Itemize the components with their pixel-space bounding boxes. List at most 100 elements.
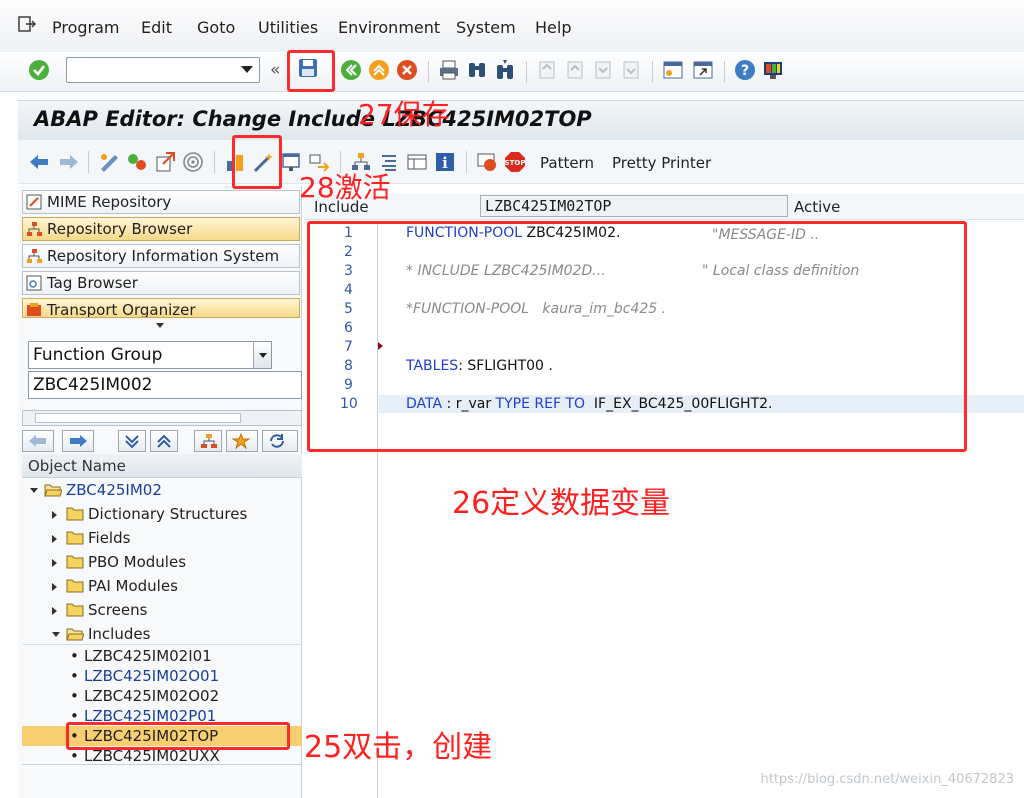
object-type-value: Function Group [33,345,163,365]
tree-folder-fields[interactable]: Fields [22,526,302,550]
exit-icon[interactable] [18,16,36,32]
chevron-right-icon[interactable] [52,607,57,615]
tree-folder-includes[interactable]: Includes [22,622,302,646]
first-page-icon[interactable] [536,59,558,81]
back-icon[interactable] [340,59,362,81]
activate-highlight-box [232,135,282,189]
display-change-icon[interactable] [98,151,120,173]
find-icon[interactable] [466,59,488,81]
find-next-icon[interactable] [494,59,516,81]
refresh-button[interactable] [262,430,298,452]
open-folder-icon [66,628,84,641]
favorites-button[interactable] [226,430,258,452]
chevron-right-icon[interactable] [52,583,57,591]
new-session-icon[interactable] [662,59,684,81]
previous-page-icon[interactable] [564,59,586,81]
object-navigator: MIME Repository Repository Browser Repos… [18,186,302,798]
pattern-button[interactable]: Pattern [540,154,594,172]
cancel-icon[interactable] [396,59,418,81]
annotation-create: 25双击，创建 [304,730,493,765]
object-name-column-header[interactable]: Object Name [22,454,302,478]
tree-expand-button[interactable] [118,430,146,452]
mime-repository-button[interactable]: MIME Repository [22,190,300,214]
collapse-arrows-icon[interactable]: « [270,60,280,80]
screen-layout-icon[interactable] [406,151,428,173]
exit-up-icon[interactable] [368,59,390,81]
arrow-left-icon[interactable] [28,151,50,173]
arrow-right-icon[interactable] [58,151,80,173]
splitter-arrow-icon[interactable] [156,323,164,328]
chevron-right-icon[interactable] [52,535,57,543]
repository-information-system-button[interactable]: Repository Information System [22,244,300,268]
transport-organizer-icon [27,303,41,316]
tree-back-button[interactable] [22,430,54,452]
menu-environment[interactable]: Environment [338,18,440,37]
horizontal-scrollbar[interactable] [22,410,302,426]
folder-icon [66,507,84,521]
stop-icon[interactable]: STOP [504,151,526,173]
svg-text:i: i [442,154,448,172]
tree-hierarchy-button[interactable] [194,430,222,452]
last-page-icon[interactable] [620,59,642,81]
tree-forward-button[interactable] [62,430,94,452]
menu-utilities[interactable]: Utilities [258,18,318,37]
folder-icon [66,579,84,593]
folder-label: Dictionary Structures [88,505,248,523]
star-icon [232,433,250,449]
tag-browser-icon [26,275,42,291]
tag-browser-label: Tag Browser [47,274,138,292]
folder-icon [66,603,84,617]
repository-browser-button[interactable]: Repository Browser [22,217,300,241]
hierarchy-icon [201,434,217,448]
next-page-icon[interactable] [592,59,614,81]
object-type-dropdown[interactable] [253,342,271,368]
include-item[interactable]: • LZBC425IM02O02 [22,686,302,706]
scrollbar-thumb[interactable] [35,413,241,423]
active-inactive-icon[interactable] [126,151,148,173]
include-item[interactable]: • LZBC425IM02O01 [22,666,302,686]
breakpoint-icon[interactable] [476,151,498,173]
chevron-right-icon[interactable] [52,511,57,519]
tree-collapse-button[interactable] [150,430,178,452]
folder-label: Screens [88,601,148,619]
help-icon[interactable]: ? [734,59,756,81]
enter-check-icon[interactable] [28,59,50,81]
tree-folder-pbo-modules[interactable]: PBO Modules [22,550,302,574]
svg-text:?: ? [741,63,749,79]
info-icon[interactable]: i [434,151,456,173]
tree-folder-dictionary-structures[interactable]: Dictionary Structures [22,502,302,526]
repository-browser-icon [27,222,42,236]
folder-label: Includes [88,625,151,643]
tree-folder-pai-modules[interactable]: PAI Modules [22,574,302,598]
tag-browser-button[interactable]: Tag Browser [22,271,300,295]
where-used-icon[interactable] [182,151,204,173]
chevron-down-icon[interactable] [241,66,253,73]
include-item[interactable]: • LZBC425IM02I01 [22,646,302,666]
menu-goto[interactable]: Goto [197,18,235,37]
other-object-icon[interactable] [154,151,176,173]
pretty-printer-button[interactable]: Pretty Printer [612,154,711,172]
menu-system[interactable]: System [456,18,516,37]
chevron-down-icon[interactable] [52,632,60,637]
watermark-text: https://blog.csdn.net/weixin_40672823 [760,772,1014,787]
shortcut-icon[interactable] [692,59,714,81]
title-bar: ABAP Editor: Change Include LZBC425IM02T… [18,100,1024,140]
chevron-down-icon[interactable] [30,488,38,493]
customize-layout-icon[interactable] [762,59,784,81]
page-title: ABAP Editor: Change Include LZBC425IM02T… [34,107,592,131]
arrow-right-icon [70,435,87,447]
chevron-right-icon[interactable] [52,559,57,567]
tree-folder-screens[interactable]: Screens [22,598,302,622]
annotation-define: 26定义数据变量 [452,486,671,521]
object-type-select[interactable]: Function Group [28,341,272,369]
tree-root-function-group[interactable]: ZBC425IM02 [22,478,302,502]
menu-help[interactable]: Help [535,18,571,37]
menu-edit[interactable]: Edit [141,18,172,37]
transport-organizer-button[interactable]: Transport Organizer [22,298,300,318]
command-field[interactable] [66,57,260,83]
print-icon[interactable] [438,59,460,81]
menu-program[interactable]: Program [52,18,120,37]
svg-text:STOP: STOP [505,159,526,167]
menu-bar: Program Edit Goto Utilities Environment … [0,0,1024,52]
object-name-input[interactable]: ZBC425IM002 [28,371,302,399]
